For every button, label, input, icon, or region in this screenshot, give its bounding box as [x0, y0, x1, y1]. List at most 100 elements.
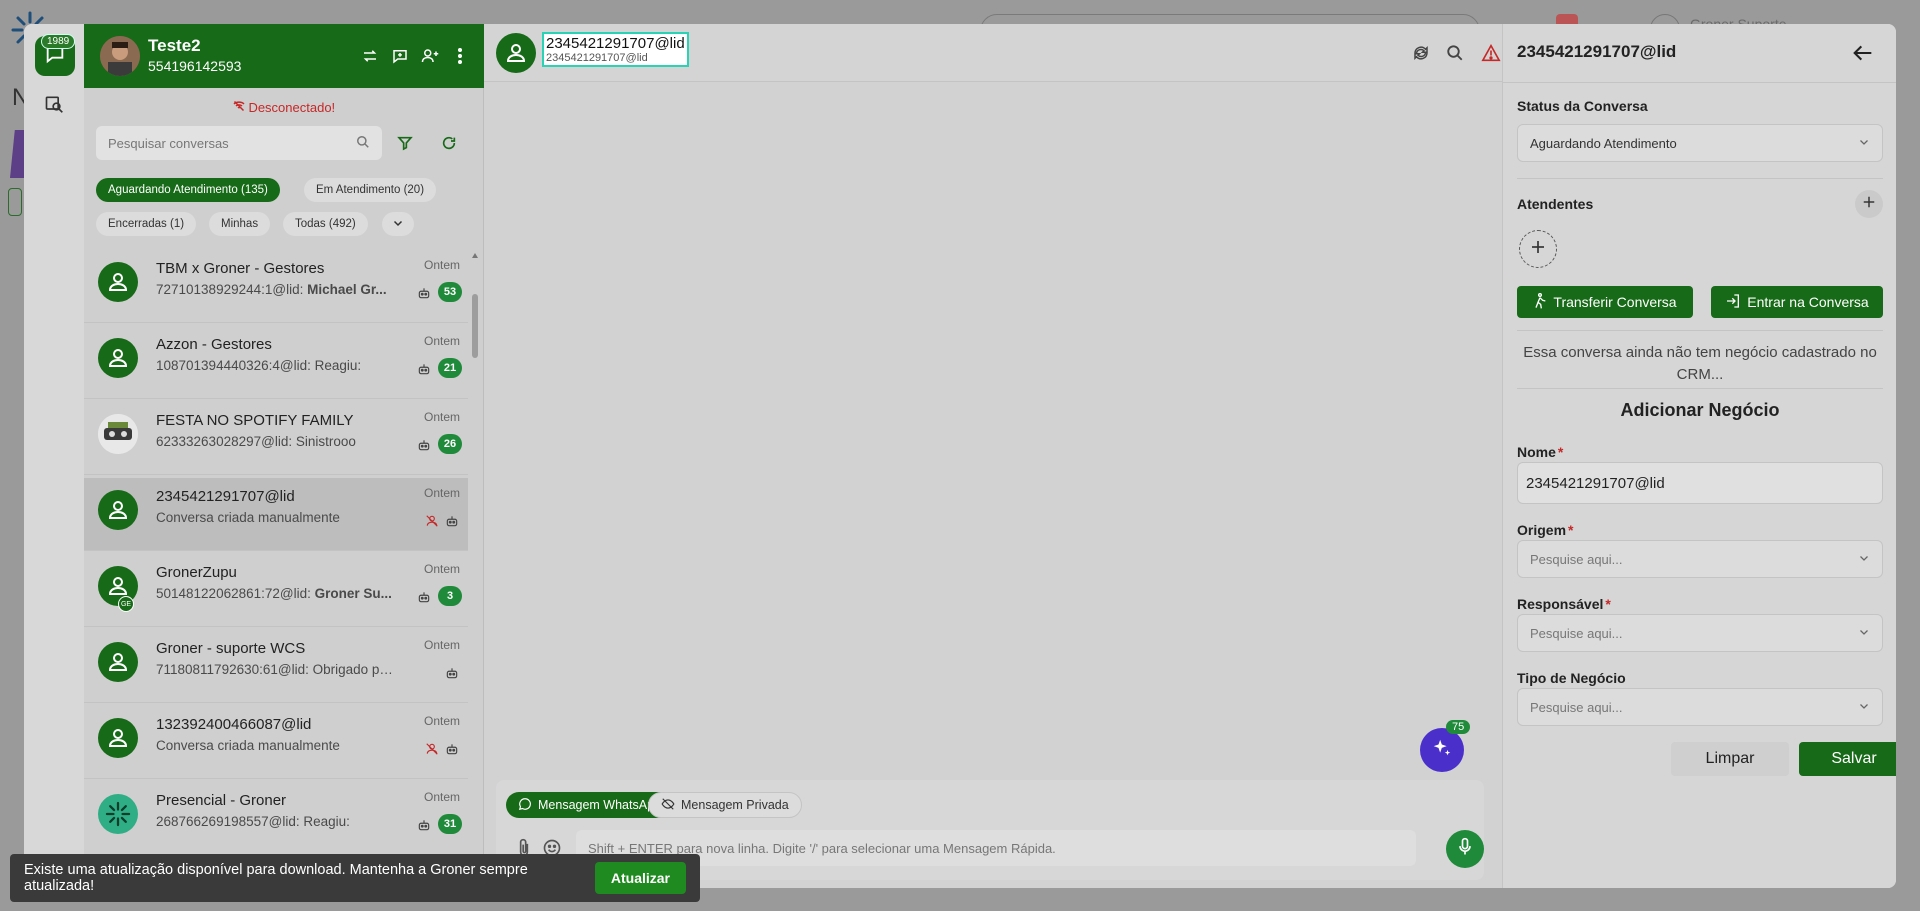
conversation-title: GronerZupu — [156, 564, 237, 581]
conversation-title: Groner - suporte WCS — [156, 640, 306, 657]
chat-subtitle: 2345421291707@lid — [546, 52, 648, 64]
filter-chip-in-service[interactable]: Em Atendimento (20) — [304, 178, 437, 202]
warning-icon[interactable] — [1480, 42, 1502, 64]
filter-chip-waiting[interactable]: Aguardando Atendimento (135) — [96, 178, 280, 202]
conversation-item[interactable]: Groner - suporte WCS 71180811792630:61@li… — [84, 630, 468, 703]
crm-note: Essa conversa ainda não tem negócio cada… — [1523, 344, 1877, 383]
account-header: Teste2 554196142593 — [84, 24, 484, 88]
filter-icon[interactable] — [394, 132, 416, 154]
deal-type-select[interactable]: Pesquise aqui... — [1517, 688, 1883, 726]
bot-icon — [444, 741, 460, 757]
conversation-item[interactable]: 132392400466087@lid Conversa criada manua… — [84, 706, 468, 779]
filter-chip-all[interactable]: Todas (492) — [283, 212, 368, 236]
walk-icon — [1533, 292, 1547, 312]
add-attendant-button[interactable] — [1855, 190, 1883, 218]
account-avatar[interactable] — [100, 36, 140, 76]
update-toast: Existe uma atualização disponível para d… — [10, 854, 700, 902]
conversation-preview: 62333263028297@lid: Sinistrooo — [156, 434, 356, 449]
filter-more-button[interactable] — [382, 212, 414, 236]
details-divider — [1503, 82, 1896, 83]
conversation-title: 2345421291707@lid — [156, 488, 295, 505]
conversation-title: TBM x Groner - Gestores — [156, 260, 325, 277]
chevron-down-icon — [1858, 700, 1870, 715]
left-rail: 1989 — [24, 24, 84, 888]
message-input[interactable]: Shift + ENTER para nova linha. Digite '/… — [576, 830, 1416, 866]
clear-button[interactable]: Limpar — [1671, 742, 1789, 776]
whatsapp-icon — [518, 797, 532, 814]
status-select[interactable]: Aguardando Atendimento — [1517, 124, 1883, 162]
transfer-label: Transferir Conversa — [1553, 294, 1677, 310]
groner-logo-avatar — [98, 794, 138, 834]
conversation-time: Ontem — [423, 410, 460, 424]
details-separator — [1517, 388, 1883, 389]
add-group-icon[interactable] — [420, 46, 440, 66]
deal-type-label: Tipo de Negócio — [1517, 670, 1626, 686]
conversation-item[interactable]: GE GronerZupu 50148122062861:72@lid: Grone… — [84, 554, 468, 627]
chat-title-block[interactable]: 2345421291707@lid 2345421291707@lid — [542, 32, 689, 67]
rail-search-list-button[interactable] — [42, 94, 66, 118]
back-arrow-icon[interactable] — [1852, 42, 1874, 64]
person-icon — [98, 718, 138, 758]
bot-icon — [444, 513, 460, 529]
sync-icon[interactable] — [1410, 42, 1432, 64]
enter-conversation-button[interactable]: Entrar na Conversa — [1711, 286, 1883, 318]
bot-icon — [416, 437, 432, 453]
deal-name-input[interactable]: 2345421291707@lid — [1517, 462, 1883, 504]
enter-label: Entrar na Conversa — [1747, 294, 1869, 310]
ai-assistant-button[interactable] — [1420, 728, 1464, 772]
connection-status-text: Desconectado! — [248, 100, 336, 115]
search-placeholder: Pesquisar conversas — [108, 135, 229, 151]
conversation-time: Ontem — [423, 258, 460, 272]
unassigned-icon — [424, 741, 440, 757]
switch-icon[interactable] — [360, 46, 380, 66]
origin-label: Origem * — [1517, 522, 1574, 538]
new-chat-icon[interactable] — [390, 46, 410, 66]
update-button[interactable]: Atualizar — [594, 862, 686, 894]
assignee-badge: GE — [118, 596, 134, 612]
background-box — [8, 188, 22, 216]
more-vertical-icon[interactable] — [450, 46, 470, 66]
scrollbar-thumb[interactable] — [472, 294, 478, 358]
status-label: Status da Conversa — [1517, 98, 1648, 114]
transfer-conversation-button[interactable]: Transferir Conversa — [1517, 286, 1693, 318]
refresh-icon[interactable] — [438, 132, 460, 154]
account-phone: 554196142593 — [148, 58, 242, 74]
search-icon[interactable] — [1444, 42, 1466, 64]
search-list-icon — [44, 94, 64, 119]
plus-icon — [1530, 239, 1546, 260]
chevron-down-icon — [392, 217, 404, 232]
tab-whatsapp-label: Mensagem WhatsApp — [538, 798, 661, 812]
chat-avatar[interactable] — [496, 33, 536, 73]
responsible-select[interactable]: Pesquise aqui... — [1517, 614, 1883, 652]
conversation-title: FESTA NO SPOTIFY FAMILY — [156, 412, 354, 429]
filter-chip-closed[interactable]: Encerradas (1) — [96, 212, 197, 236]
conversation-item[interactable]: Azzon - Gestores 108701394440326:4@lid: R… — [84, 326, 468, 399]
microphone-button[interactable] — [1446, 830, 1484, 868]
person-icon — [98, 262, 138, 302]
conversation-scrollbar[interactable] — [470, 250, 480, 888]
conversation-time: Ontem — [423, 790, 460, 804]
chat-title: 2345421291707@lid — [546, 35, 685, 52]
add-attendant-avatar-button[interactable] — [1519, 230, 1557, 268]
unassigned-icon — [424, 513, 440, 529]
bot-icon — [444, 665, 460, 681]
conversation-item[interactable]: Presencial - Groner 268766269198557@lid: … — [84, 782, 468, 855]
search-input[interactable]: Pesquisar conversas — [96, 126, 382, 160]
filter-chip-mine[interactable]: Minhas — [209, 212, 271, 236]
conversation-item[interactable]: FESTA NO SPOTIFY FAMILY 62333263028297@li… — [84, 402, 468, 475]
details-title: 2345421291707@lid — [1517, 42, 1677, 61]
tab-private-message[interactable]: Mensagem Privada — [648, 792, 802, 818]
conversation-details-panel: 2345421291707@lid Status da Conversa Agu… — [1502, 24, 1896, 888]
conversation-time: Ontem — [423, 334, 460, 348]
conversation-preview: 71180811792630:61@lid: Obrigado pel... — [156, 662, 396, 677]
conversation-item[interactable]: 2345421291707@lid Conversa criada manualm… — [84, 478, 468, 551]
origin-select[interactable]: Pesquise aqui... — [1517, 540, 1883, 578]
save-button[interactable]: Salvar — [1799, 742, 1896, 776]
conversation-title: Azzon - Gestores — [156, 336, 272, 353]
chevron-down-icon — [1858, 552, 1870, 567]
unread-count-badge: 26 — [438, 434, 462, 454]
person-icon — [98, 490, 138, 530]
conversation-item[interactable]: TBM x Groner - Gestores 72710138929244:1@… — [84, 250, 468, 323]
microphone-icon — [1457, 837, 1473, 862]
conversation-title: Presencial - Groner — [156, 792, 287, 809]
